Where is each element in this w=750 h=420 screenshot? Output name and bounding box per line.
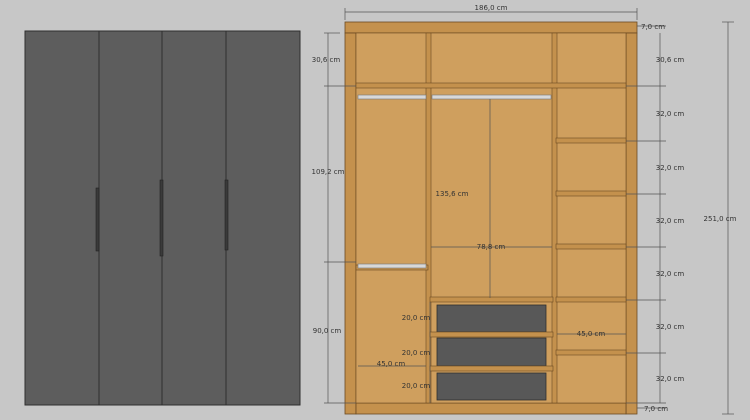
middle-width-label: 78,8 cm xyxy=(477,243,506,251)
middle-drawer-top-shelf xyxy=(429,296,554,303)
top-panel xyxy=(344,21,638,34)
door-handle xyxy=(159,179,164,257)
divider-right xyxy=(551,32,558,404)
right-side-panel xyxy=(625,32,638,415)
right-shelf xyxy=(555,243,627,250)
right-shelf-label: 32,0 cm xyxy=(656,217,685,225)
back-panel-right xyxy=(555,32,627,404)
drawer-front xyxy=(436,372,547,401)
hanging-rail xyxy=(357,263,427,269)
right-shelf-label: 32,0 cm xyxy=(656,270,685,278)
hanging-rail xyxy=(357,94,427,100)
total-height-label: 251,0 cm xyxy=(704,215,737,223)
total-width-label: 186,0 cm xyxy=(475,4,508,12)
drawer-rail xyxy=(429,331,554,338)
bottom-plinth xyxy=(355,402,627,415)
door-handle xyxy=(95,187,100,252)
plinth-top-label: 7,0 cm xyxy=(641,23,665,31)
left-top-compartment-label: 30,6 cm xyxy=(312,56,341,64)
hanging-rail xyxy=(431,94,552,100)
right-section-width-label: 45,0 cm xyxy=(577,330,606,338)
wardrobe-door xyxy=(98,30,163,406)
top-shelf xyxy=(355,82,627,89)
back-panel-left xyxy=(355,32,429,404)
right-shelf xyxy=(555,349,627,356)
wardrobe-door xyxy=(225,30,301,406)
middle-hanging-height-label: 135,6 cm xyxy=(436,190,469,198)
left-upper-hanging-label: 109,2 cm xyxy=(312,168,345,176)
right-shelf-label: 32,0 cm xyxy=(656,164,685,172)
drawer-front xyxy=(436,337,547,367)
right-shelf-label: 32,0 cm xyxy=(656,110,685,118)
wardrobe-door xyxy=(24,30,100,406)
right-shelf xyxy=(555,296,627,303)
drawer-height-label: 20,0 cm xyxy=(402,382,431,390)
drawer-rail xyxy=(429,365,554,372)
drawer-front xyxy=(436,304,547,333)
plinth-bottom-label: 7,0 cm xyxy=(644,405,668,413)
drawer-height-label: 20,0 cm xyxy=(402,349,431,357)
open-wardrobe xyxy=(344,21,638,415)
right-shelf xyxy=(555,137,627,144)
left-side-panel xyxy=(344,32,357,415)
drawer-height-label: 20,0 cm xyxy=(402,314,431,322)
closed-wardrobe xyxy=(24,30,301,406)
wardrobe-door xyxy=(161,30,227,406)
right-shelf xyxy=(555,190,627,197)
right-top-compartment-label: 30,6 cm xyxy=(656,56,685,64)
wardrobe-drawing: 186,0 cm 251,0 cm 7,0 cm 7,0 cm 30,6 cm … xyxy=(24,4,737,415)
door-handle xyxy=(224,179,229,251)
left-section-width-label: 45,0 cm xyxy=(377,360,406,368)
left-lower-hanging-label: 90,0 cm xyxy=(313,327,342,335)
right-shelf-label: 32,0 cm xyxy=(656,323,685,331)
right-shelf-label: 32,0 cm xyxy=(656,375,685,383)
